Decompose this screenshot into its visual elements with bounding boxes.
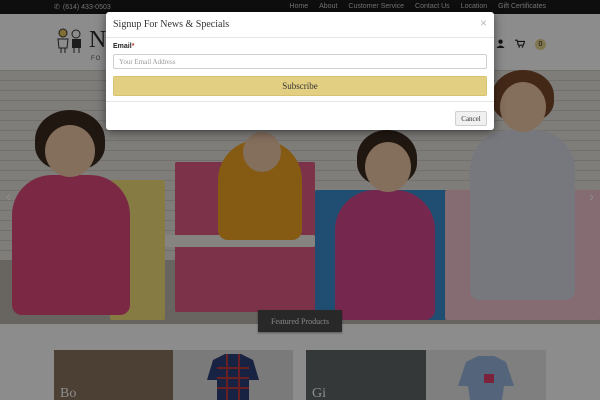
email-field[interactable] [113, 54, 487, 69]
signup-modal: Signup For News & Specials × Email* Subs… [106, 12, 494, 130]
required-mark: * [131, 43, 135, 50]
modal-header: Signup For News & Specials × [106, 12, 494, 38]
subscribe-button[interactable]: Subscribe [113, 76, 487, 96]
cancel-button[interactable]: Cancel [455, 111, 487, 126]
close-icon[interactable]: × [480, 16, 487, 30]
modal-footer: Cancel [106, 101, 494, 130]
email-label-text: Email [113, 43, 132, 50]
email-label: Email* [113, 43, 134, 50]
modal-title: Signup For News & Specials [113, 19, 230, 30]
